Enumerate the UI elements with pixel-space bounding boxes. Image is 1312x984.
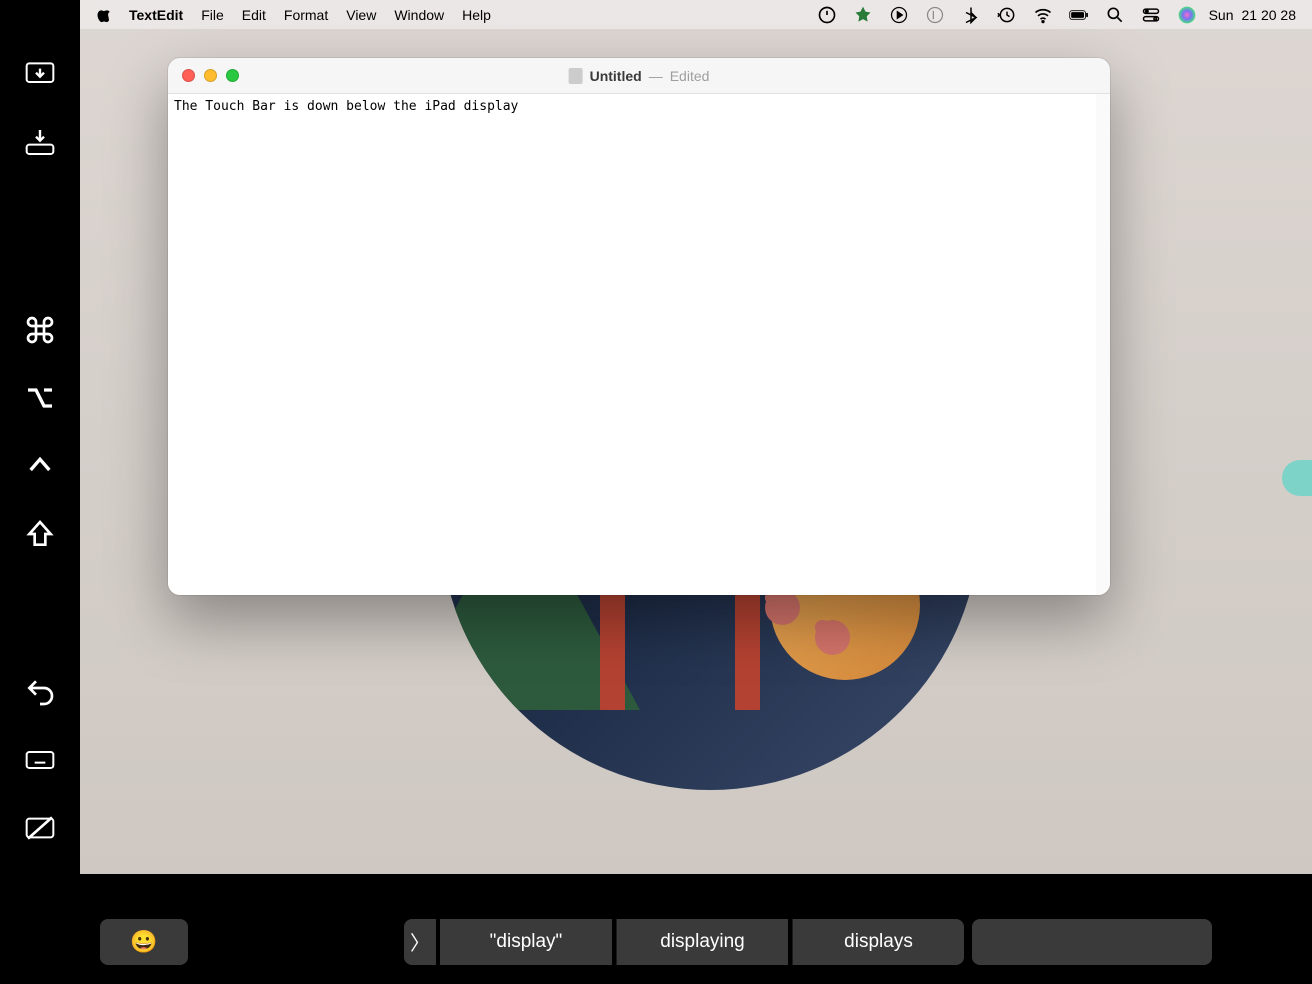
wallpaper-accent: [1282, 460, 1312, 496]
minimize-button[interactable]: [204, 69, 217, 82]
screen-off-icon[interactable]: [24, 812, 56, 844]
status-play-icon[interactable]: [889, 5, 909, 25]
desktop: TextEdit File Edit Format View Window He…: [80, 0, 1312, 874]
menu-help[interactable]: Help: [462, 7, 491, 23]
control-center-icon[interactable]: [1141, 5, 1161, 25]
shift-icon[interactable]: [24, 518, 56, 550]
text-editor[interactable]: The Touch Bar is down below the iPad dis…: [168, 94, 1110, 595]
textedit-window: Untitled — Edited The Touch Bar is down …: [168, 58, 1110, 595]
title-bar[interactable]: Untitled — Edited: [168, 58, 1110, 94]
menu-format[interactable]: Format: [284, 7, 328, 23]
emoji-button[interactable]: 😀: [100, 919, 188, 965]
expand-chevron-icon[interactable]: 〉: [404, 919, 436, 965]
menu-bar: TextEdit File Edit Format View Window He…: [80, 0, 1312, 29]
undo-icon[interactable]: [24, 676, 56, 708]
menu-app-name[interactable]: TextEdit: [129, 7, 183, 23]
close-button[interactable]: [182, 69, 195, 82]
menu-file[interactable]: File: [201, 7, 224, 23]
document-icon: [569, 68, 583, 84]
title-separator: —: [649, 68, 663, 84]
bluetooth-icon[interactable]: [961, 5, 981, 25]
siri-icon[interactable]: [1177, 5, 1197, 25]
fullscreen-button[interactable]: [226, 69, 239, 82]
menubar-time[interactable]: 21 20 28: [1242, 7, 1297, 23]
menu-view[interactable]: View: [346, 7, 376, 23]
status-app-icon[interactable]: [853, 5, 873, 25]
menu-edit[interactable]: Edit: [242, 7, 266, 23]
battery-icon[interactable]: [1069, 5, 1089, 25]
traffic-lights: [182, 69, 239, 82]
sidecar-sidebar: [0, 0, 80, 874]
menu-window[interactable]: Window: [394, 7, 444, 23]
document-text: The Touch Bar is down below the iPad dis…: [174, 99, 518, 114]
option-icon[interactable]: [24, 382, 56, 414]
document-status: Edited: [670, 68, 710, 84]
tray-down-icon[interactable]: [24, 126, 56, 158]
wifi-icon[interactable]: [1033, 5, 1053, 25]
keyboard-icon[interactable]: [24, 744, 56, 776]
apple-menu-icon[interactable]: [96, 6, 113, 23]
command-icon[interactable]: [24, 314, 56, 346]
window-title: Untitled — Edited: [569, 68, 710, 84]
status-display-icon[interactable]: [925, 5, 945, 25]
control-icon[interactable]: [24, 450, 56, 482]
text-suggestion[interactable]: displays: [792, 919, 964, 965]
touch-bar: 😀 〉 "display" displaying displays: [0, 874, 1312, 984]
screen-down-icon[interactable]: [24, 58, 56, 90]
menubar-day[interactable]: Sun: [1209, 7, 1234, 23]
text-suggestion[interactable]: "display": [440, 919, 612, 965]
text-suggestion[interactable]: displaying: [616, 919, 788, 965]
document-name: Untitled: [590, 68, 642, 84]
status-power-icon[interactable]: [817, 5, 837, 25]
touch-bar-strip[interactable]: [972, 919, 1212, 965]
spotlight-icon[interactable]: [1105, 5, 1125, 25]
time-machine-icon[interactable]: [997, 5, 1017, 25]
